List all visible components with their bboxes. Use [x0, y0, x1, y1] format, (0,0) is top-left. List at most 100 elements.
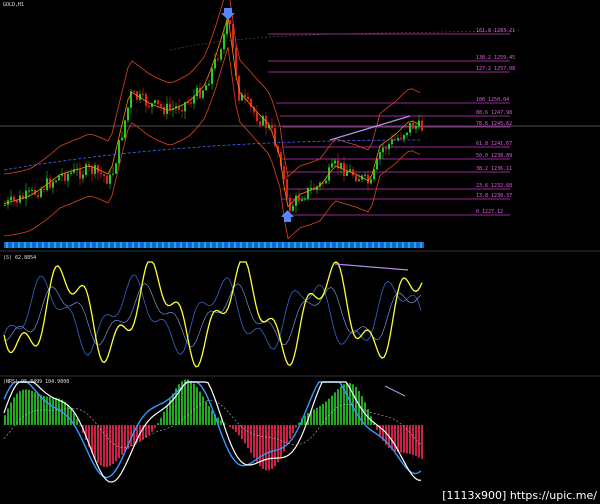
- candle-body: [142, 94, 144, 96]
- candle-body: [118, 140, 120, 164]
- indicator3-label: (NRS) 95.8499 104.9000: [3, 379, 70, 385]
- candle-body: [400, 137, 402, 139]
- ribbon-bar: [216, 242, 218, 248]
- ribbon-bar: [78, 242, 80, 248]
- ribbon-bar: [134, 242, 136, 248]
- ribbon-bar: [412, 242, 414, 248]
- ribbon-bar: [70, 242, 72, 248]
- ribbon-bar: [36, 242, 38, 248]
- osc-main-line: [3, 261, 423, 368]
- ribbon-bar: [180, 242, 182, 248]
- histogram-bar: [403, 425, 405, 453]
- ribbon-bar: [354, 242, 356, 248]
- candle-body: [79, 169, 81, 179]
- candle-body: [124, 120, 126, 138]
- ribbon-bar: [28, 242, 30, 248]
- ribbon-bar: [292, 242, 294, 248]
- candle-body: [166, 103, 168, 114]
- histogram-bar: [313, 409, 315, 425]
- ribbon-bar: [10, 242, 12, 248]
- candle-body: [88, 164, 90, 167]
- ribbon-bar: [282, 242, 284, 248]
- candle-body: [346, 171, 348, 176]
- histogram-bar: [109, 425, 111, 466]
- ribbon-bar: [108, 242, 110, 248]
- ribbon-bar: [64, 242, 66, 248]
- histogram-bar: [292, 425, 294, 433]
- candle-body: [355, 175, 357, 182]
- ribbon-bar: [42, 242, 44, 248]
- ribbon-bar: [290, 242, 292, 248]
- histogram-bar: [253, 425, 255, 458]
- histogram-bar: [274, 425, 276, 467]
- ribbon-bar: [88, 242, 90, 248]
- ribbon-bar: [246, 242, 248, 248]
- ribbon-bar: [122, 242, 124, 248]
- ribbon-bar: [274, 242, 276, 248]
- ribbon-bar: [256, 242, 258, 248]
- histogram-bar: [34, 392, 36, 425]
- ribbon-bar: [238, 242, 240, 248]
- ribbon-bar: [308, 242, 310, 248]
- candle-body: [388, 144, 390, 150]
- trading-chart[interactable]: [0, 0, 600, 504]
- candle-body: [190, 102, 192, 104]
- ribbon-bar: [22, 242, 24, 248]
- candle-body: [31, 189, 33, 191]
- histogram-bar: [49, 397, 51, 425]
- ribbon-bar: [414, 242, 416, 248]
- ribbon-bar: [146, 242, 148, 248]
- ribbon-bar: [60, 242, 62, 248]
- ribbon-bar: [320, 242, 322, 248]
- fib-level-label: 50.0 1238.89: [476, 153, 513, 159]
- ribbon-bar: [338, 242, 340, 248]
- ribbon-bar: [210, 242, 212, 248]
- ribbon-bar: [120, 242, 122, 248]
- ribbon-bar: [80, 242, 82, 248]
- candle-body: [55, 180, 57, 182]
- histogram-bar: [37, 393, 39, 425]
- ribbon-bar: [304, 242, 306, 248]
- ribbon-bar: [96, 242, 98, 248]
- candle-body: [67, 173, 69, 181]
- candle-body: [406, 132, 408, 136]
- ribbon-bar: [58, 242, 60, 248]
- histogram-bar: [286, 425, 288, 446]
- histogram-bar: [331, 395, 333, 425]
- ribbon-bar: [198, 242, 200, 248]
- ribbon-bar: [220, 242, 222, 248]
- ribbon-bar: [302, 242, 304, 248]
- histogram-bar: [199, 391, 201, 425]
- fib-level-label: 23.6 1232.68: [476, 183, 513, 189]
- ribbon-bar: [390, 242, 392, 248]
- ribbon-bar: [192, 242, 194, 248]
- ribbon-bar: [12, 242, 14, 248]
- ribbon-bar: [384, 242, 386, 248]
- ribbon-bar: [208, 242, 210, 248]
- fib-level-label: 88.6 1247.98: [476, 110, 513, 116]
- histogram-bar: [94, 425, 96, 459]
- ribbon-bar: [136, 242, 138, 248]
- histogram-bar: [211, 410, 213, 425]
- histogram-bar: [421, 425, 423, 459]
- ribbon-bar: [206, 242, 208, 248]
- fib-level-label: 78.6 1245.62: [476, 121, 513, 127]
- candle-body: [211, 68, 213, 84]
- histogram-bar: [262, 425, 264, 469]
- candle-body: [409, 122, 411, 133]
- histogram-bar: [268, 425, 270, 471]
- ribbon-bar: [200, 242, 202, 248]
- candle-body: [82, 174, 84, 179]
- ribbon-bar: [130, 242, 132, 248]
- candle-body: [115, 163, 117, 174]
- ribbon-bar: [296, 242, 298, 248]
- ribbon-bar: [286, 242, 288, 248]
- ribbon-bar: [336, 242, 338, 248]
- histogram-bar: [256, 425, 258, 463]
- indicator2-label: (S) 62.8854: [3, 255, 37, 261]
- candle-body: [16, 200, 18, 203]
- middle-band: [3, 16, 421, 208]
- ribbon-bar: [362, 242, 364, 248]
- candle-body: [421, 120, 423, 131]
- divergence-line: [334, 263, 409, 271]
